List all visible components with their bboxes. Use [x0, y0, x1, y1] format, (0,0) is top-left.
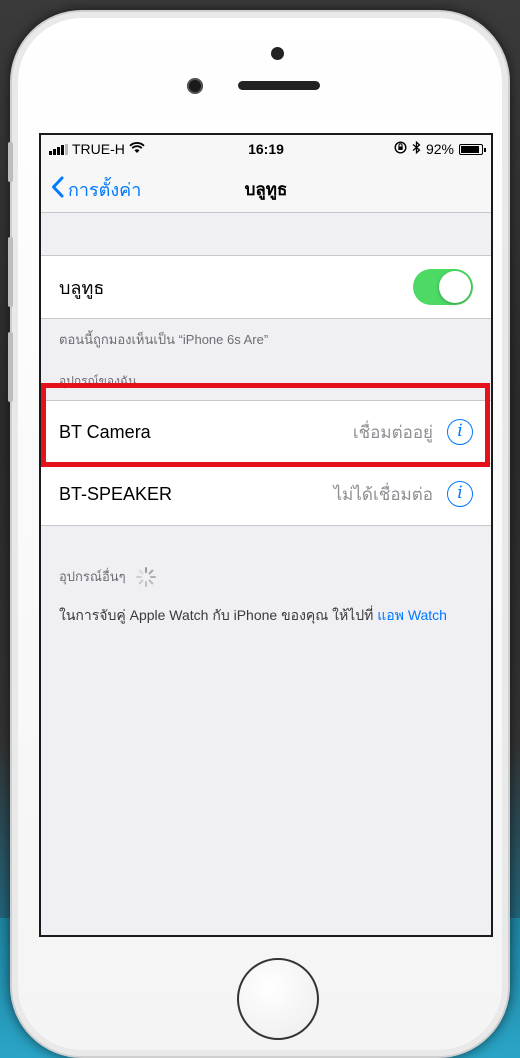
visible-as-note: ตอนนี้ถูกมองเห็นเป็น “iPhone 6s Are”	[59, 332, 269, 347]
highlight-box	[41, 383, 490, 467]
proximity-sensor	[271, 47, 284, 60]
home-button[interactable]	[237, 958, 319, 1040]
watch-note-text: ในการจับคู่ Apple Watch กับ iPhone ของคุ…	[59, 607, 378, 623]
orientation-lock-icon	[394, 141, 407, 157]
front-camera	[187, 78, 203, 94]
mute-switch	[8, 142, 13, 182]
device-status: ไม่ได้เชื่อมต่อ	[333, 484, 433, 504]
volume-up-button	[8, 237, 13, 307]
loading-spinner-icon	[135, 566, 156, 587]
battery-icon	[459, 143, 486, 155]
phone-screen: TRUE-H 16:19 92% การตั้งค่า บลูทูธ บลูทู…	[39, 133, 493, 937]
device-name: BT-SPEAKER	[59, 483, 173, 504]
other-devices-header: อุปกรณ์อื่นๆ	[59, 569, 126, 584]
earpiece-speaker	[238, 81, 320, 90]
bluetooth-row: บลูทูธ	[41, 256, 491, 318]
device-row-bt-speaker[interactable]: BT-SPEAKER ไม่ได้เชื่อมต่อ i	[41, 463, 491, 525]
bluetooth-status-icon	[412, 140, 421, 157]
bluetooth-toggle[interactable]	[413, 269, 473, 305]
status-bar: TRUE-H 16:19 92%	[41, 135, 491, 163]
info-icon[interactable]: i	[447, 481, 473, 507]
other-devices-header-row: อุปกรณ์อื่นๆ	[41, 526, 491, 587]
page-title: บลูทูธ	[244, 180, 288, 199]
bluetooth-label: บลูทูธ	[59, 277, 105, 298]
watch-app-link[interactable]: แอพ Watch	[377, 607, 447, 623]
volume-down-button	[8, 332, 13, 402]
navigation-bar: การตั้งค่า บลูทูธ	[41, 163, 491, 213]
toggle-knob	[439, 271, 471, 303]
battery-percent: 92%	[425, 141, 454, 157]
bluetooth-group: บลูทูธ	[41, 255, 491, 319]
apple-watch-note: ในการจับคู่ Apple Watch กับ iPhone ของคุ…	[41, 587, 491, 626]
